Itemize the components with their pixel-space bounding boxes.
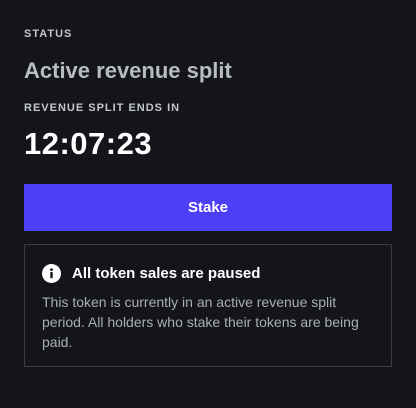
status-label: STATUS [24, 28, 73, 40]
info-icon [42, 263, 61, 283]
notice-header: All token sales are paused [42, 262, 374, 284]
revenue-split-ends-label: REVENUE SPLIT ENDS IN [24, 102, 181, 114]
token-sales-paused-notice: All token sales are paused This token is… [24, 244, 392, 367]
status-value: Active revenue split [24, 58, 232, 83]
notice-body: This token is currently in an active rev… [42, 294, 359, 350]
revenue-split-panel: STATUS Active revenue split REVENUE SPLI… [0, 0, 416, 408]
notice-title: All token sales are paused [72, 264, 261, 282]
stake-button[interactable]: Stake [24, 184, 392, 231]
countdown-timer: 12:07:23 [24, 126, 153, 161]
